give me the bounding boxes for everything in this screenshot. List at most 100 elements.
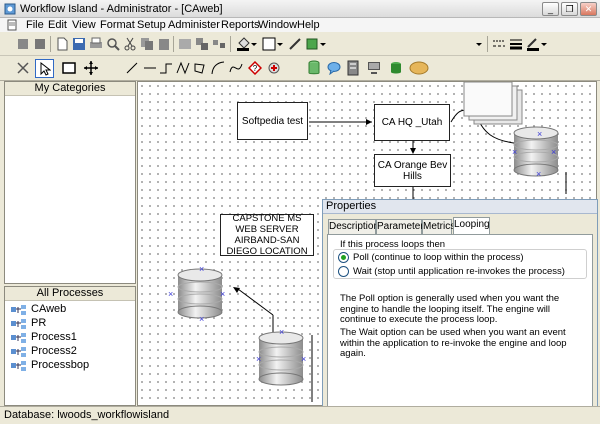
line-color-icon[interactable] [262, 37, 276, 51]
print-icon[interactable] [89, 37, 103, 51]
decision-icon[interactable]: ? [248, 61, 262, 75]
node-ca-orange-bev-hills[interactable]: CA Orange Bev Hills [374, 154, 451, 187]
properties-panel: Properties Description Parameters Metric… [322, 199, 598, 418]
categories-panel: My Categories [4, 81, 136, 284]
menu-reports[interactable]: Reports [221, 19, 260, 31]
tab-looping[interactable]: Looping [453, 217, 490, 235]
elbow-line-icon[interactable] [159, 61, 173, 75]
menu-view[interactable]: View [72, 19, 96, 31]
straight-line-icon[interactable] [143, 61, 157, 75]
chevron-down-icon[interactable] [540, 37, 548, 51]
node-softpedia-test[interactable]: Softpedia test [237, 102, 308, 140]
process-flow-icon [11, 333, 26, 343]
server-icon[interactable] [345, 60, 361, 76]
stop-icon[interactable] [33, 37, 47, 51]
node-capstone-server[interactable]: CAPSTONE MS WEB SERVER AIRBAND-SAN DIEGO… [220, 213, 314, 257]
connector-icon[interactable] [267, 61, 281, 75]
ungroup-icon[interactable] [212, 37, 226, 51]
poll-radio[interactable] [338, 252, 349, 263]
menu-file[interactable]: File [26, 19, 44, 31]
svg-text:×: × [220, 289, 225, 299]
close-button[interactable]: ✕ [580, 2, 597, 16]
svg-text:×: × [199, 264, 204, 274]
process-flow-icon [11, 361, 26, 371]
restore-button[interactable]: ❐ [561, 2, 578, 16]
svg-text:×: × [301, 354, 306, 364]
minimize-button[interactable]: _ [542, 2, 559, 16]
terminator-icon[interactable] [409, 61, 429, 75]
svg-text:×: × [512, 147, 517, 157]
chevron-down-icon[interactable] [276, 37, 284, 51]
tab-parameters[interactable]: Parameters [376, 219, 429, 234]
menu-help[interactable]: Help [297, 19, 320, 31]
chevron-down-icon[interactable] [250, 37, 258, 51]
svg-text:×: × [279, 327, 284, 337]
svg-text:×: × [551, 147, 556, 157]
new-icon[interactable] [55, 37, 69, 51]
move-tool-icon[interactable] [84, 61, 98, 75]
zigzag-icon[interactable] [176, 61, 190, 75]
shadow-color-icon[interactable] [305, 37, 319, 51]
cut-block-icon[interactable] [16, 37, 30, 51]
standard-toolbar: 8 Arial A [0, 32, 600, 85]
status-bar: Database: lwoods_workflowisland [0, 406, 600, 424]
document-icon[interactable] [6, 19, 18, 31]
computer-icon[interactable] [366, 60, 382, 76]
properties-title: Properties [323, 200, 597, 214]
scissors-icon[interactable] [123, 37, 137, 51]
delete-x-icon[interactable] [16, 61, 30, 75]
copy-icon[interactable] [140, 37, 154, 51]
menu-edit[interactable]: Edit [48, 19, 67, 31]
svg-text:×: × [168, 289, 173, 299]
chevron-down-icon[interactable] [319, 37, 327, 51]
curve-icon[interactable] [229, 61, 243, 75]
fill-color-icon[interactable] [236, 37, 250, 51]
menu-bar: File Edit View Format Setup Administer R… [0, 18, 600, 32]
app-icon [4, 3, 16, 15]
pen-icon[interactable] [288, 37, 302, 51]
drum-icon[interactable] [388, 60, 404, 76]
image-icon[interactable] [178, 37, 192, 51]
select-tool-button[interactable] [35, 59, 54, 78]
rectangle-tool-icon[interactable] [62, 61, 76, 75]
process-flow-icon [11, 305, 26, 315]
svg-text:?: ? [253, 64, 258, 73]
wait-radio[interactable] [338, 266, 349, 277]
line-style-icon[interactable] [492, 37, 506, 51]
menu-window[interactable]: Window [258, 19, 297, 31]
poll-option-label[interactable]: Poll (continue to loop within the proces… [353, 252, 524, 264]
process-flow-icon [11, 347, 26, 357]
tab-metrics[interactable]: Metrics [422, 219, 455, 234]
svg-text:×: × [199, 314, 204, 324]
drawing-toolbar: A ? @ [0, 56, 600, 131]
chevron-down-icon[interactable] [475, 37, 483, 51]
window-title: Workflow Island - Administrator - [CAweb… [20, 3, 223, 15]
title-bar: Workflow Island - Administrator - [CAweb… [0, 0, 600, 18]
line-weight-icon[interactable] [509, 37, 523, 51]
process-flow-icon [11, 319, 26, 329]
svg-text:×: × [536, 169, 541, 179]
svg-text:×: × [537, 129, 542, 139]
node-ca-hq-utah[interactable]: CA HQ _Utah [374, 104, 450, 141]
processes-title: All Processes [5, 287, 135, 301]
poll-description: The Poll option is generally used when y… [340, 293, 560, 325]
find-icon[interactable] [106, 37, 120, 51]
tab-description[interactable]: Description [328, 219, 379, 234]
speech-bubble-icon[interactable] [327, 61, 341, 75]
menu-setup[interactable]: Setup [137, 19, 166, 31]
looping-tab-panel: If this process loops then Poll (continu… [327, 234, 593, 415]
paste-icon[interactable] [157, 37, 171, 51]
wait-option-label[interactable]: Wait (stop until application re-invokes … [353, 266, 565, 278]
menu-administer[interactable]: Administer [168, 19, 220, 31]
pointer-icon [40, 62, 51, 76]
arc-icon[interactable] [211, 61, 225, 75]
group-icon[interactable] [195, 37, 209, 51]
svg-text:×: × [256, 354, 261, 364]
database-icon[interactable] [307, 60, 321, 76]
save-icon[interactable] [72, 37, 86, 51]
line-tool-icon[interactable] [125, 61, 139, 75]
wait-description: The Wait option can be used when you wan… [340, 327, 567, 359]
polygon-icon[interactable] [193, 61, 207, 75]
highlight-icon[interactable] [526, 37, 540, 51]
menu-format[interactable]: Format [100, 19, 135, 31]
